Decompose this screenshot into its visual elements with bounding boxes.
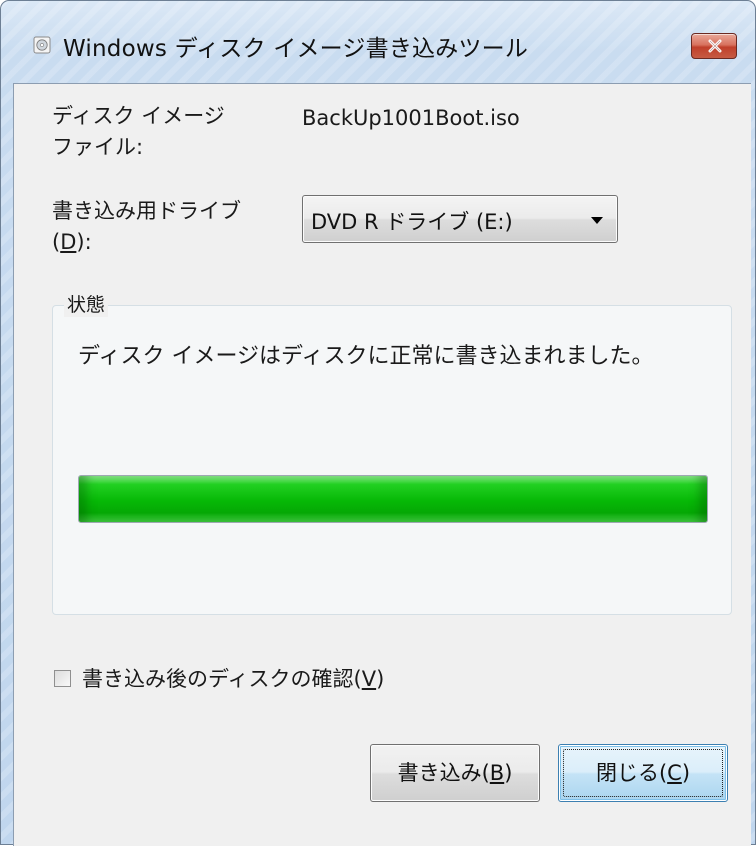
- window-title: Windows ディスク イメージ書き込みツール: [63, 36, 529, 62]
- verify-checkbox-label[interactable]: 書き込み後のディスクの確認(V): [82, 664, 384, 694]
- status-message: ディスク イメージはディスクに正常に書き込まれました。: [78, 344, 654, 369]
- progress-fill: [79, 476, 707, 522]
- close-window-button[interactable]: [691, 33, 737, 59]
- title-bar[interactable]: Windows ディスク イメージ書き込みツール: [1, 1, 755, 83]
- window-frame: Windows ディスク イメージ書き込みツール ディスク イメージ ファイル:…: [0, 0, 756, 846]
- image-file-value: BackUp1001Boot.iso: [302, 106, 520, 130]
- drive-selected-value: DVD R ドライブ (E:): [311, 210, 513, 234]
- write-button[interactable]: 書き込み(B): [370, 744, 540, 802]
- status-group-title: 状態: [64, 290, 109, 317]
- progress-bar: [78, 475, 708, 523]
- chevron-down-icon: [591, 217, 603, 224]
- verify-checkbox[interactable]: [54, 670, 71, 687]
- close-x-icon: [708, 39, 722, 53]
- drive-accel-key: D: [60, 230, 77, 254]
- close-button[interactable]: 閉じる(C): [558, 744, 728, 802]
- close-accel-key: C: [667, 761, 682, 785]
- verify-accel-key: V: [361, 667, 377, 691]
- dialog-body: ディスク イメージ ファイル: BackUp1001Boot.iso 書き込み用…: [13, 83, 751, 846]
- drive-select[interactable]: DVD R ドライブ (E:): [302, 195, 618, 243]
- write-accel-key: B: [489, 761, 505, 785]
- image-file-label: ディスク イメージ ファイル:: [52, 104, 225, 159]
- disc-burner-icon: [33, 36, 51, 54]
- drive-label: 書き込み用ドライブ (D):: [52, 199, 241, 254]
